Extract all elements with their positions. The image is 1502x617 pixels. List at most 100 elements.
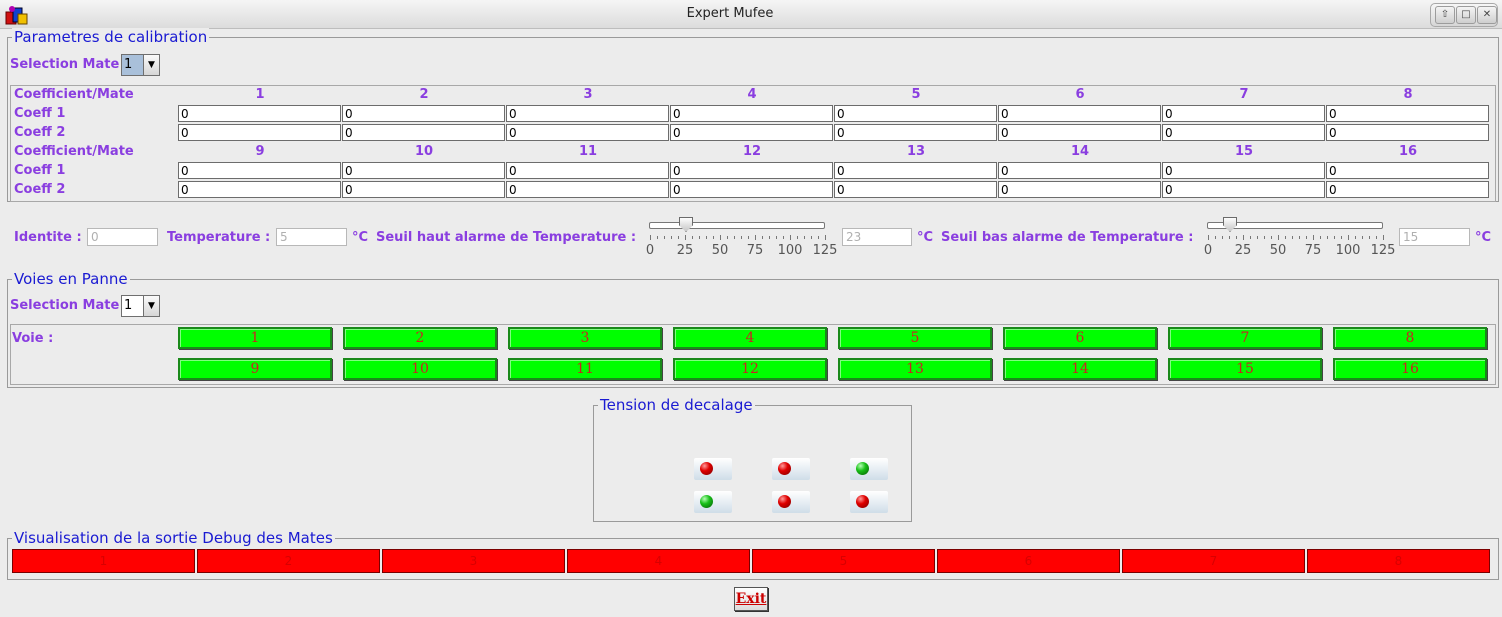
tension-legend: Tension de decalage [598,396,755,414]
voie-button[interactable]: 3 [508,327,662,349]
voies-mate-select[interactable]: 1 ▼ [121,295,160,317]
coeff-column-header: 3 [583,87,593,102]
voie-button[interactable]: 10 [343,358,497,380]
coeff2-input[interactable]: 0 [670,181,833,198]
coeff1-input[interactable]: 0 [506,162,669,179]
coeff-column-header: 5 [911,87,921,102]
seuil-haut-unit: °C [917,230,934,245]
voie-button[interactable]: 15 [1168,358,1322,380]
chevron-down-icon[interactable]: ▼ [143,55,159,75]
coeff1-input[interactable]: 0 [1326,105,1489,122]
minor-tick [657,236,658,239]
seuil-bas-unit: °C [1475,230,1492,245]
minor-tick [1341,236,1342,239]
coeff1-input[interactable]: 0 [670,162,833,179]
voie-button[interactable]: 16 [1333,358,1487,380]
coeff1-input[interactable]: 0 [506,105,669,122]
coeff1-input[interactable]: 0 [998,162,1161,179]
calibration-mate-select[interactable]: 1 ▼ [121,54,160,76]
coeff2-input[interactable]: 0 [342,124,505,141]
slider-track[interactable] [649,222,825,229]
seuil-haut-slider[interactable]: 0 25 50 75 100 125 [645,216,837,260]
coeff2-input[interactable]: 0 [1162,181,1325,198]
coeff2-input[interactable]: 0 [1326,124,1489,141]
minor-tick [1250,236,1251,239]
coeff1-input[interactable]: 0 [670,105,833,122]
coeff2-input[interactable]: 0 [342,181,505,198]
led-button[interactable] [694,491,732,513]
coeff2-input[interactable]: 0 [178,124,341,141]
debug-cell: 2 [197,549,380,573]
minimize-icon[interactable]: ⇧ [1435,6,1455,24]
coeff-column-header: 11 [578,144,598,159]
minor-tick [1264,236,1265,239]
seuil-bas-slider[interactable]: 0 25 50 75 100 125 [1203,216,1395,260]
debug-cell: 8 [1307,549,1490,573]
debug-cell: 3 [382,549,565,573]
led-button[interactable] [772,458,810,480]
major-tick [650,235,651,240]
calibration-mate-value: 1 [122,55,143,75]
seuil-haut-label: Seuil haut alarme de Temperature : [376,230,637,245]
coeff2-input[interactable]: 0 [998,124,1161,141]
slider-knob[interactable] [1223,217,1237,232]
chevron-down-icon[interactable]: ▼ [143,296,159,316]
debug-cell: 1 [12,549,195,573]
coeff1-input[interactable]: 0 [342,162,505,179]
minor-tick [741,236,742,239]
seuil-haut-field[interactable]: 23 [842,228,912,246]
coeff2-input[interactable]: 0 [998,181,1161,198]
coeff1-input[interactable]: 0 [178,105,341,122]
coeff1-input[interactable]: 0 [1326,162,1489,179]
debug-cell: 5 [752,549,935,573]
coeff2-input[interactable]: 0 [670,124,833,141]
temperature-field[interactable]: 5 [276,228,347,246]
led-button[interactable] [694,458,732,480]
coeff2-input[interactable]: 0 [178,181,341,198]
coeff1-input[interactable]: 0 [834,162,997,179]
coeff1-input[interactable]: 0 [178,162,341,179]
seuil-bas-field[interactable]: 15 [1399,228,1470,246]
voie-button[interactable]: 4 [673,327,827,349]
led-button[interactable] [772,491,810,513]
coeff1-input[interactable]: 0 [342,105,505,122]
coeff2-input[interactable]: 0 [506,124,669,141]
voie-button[interactable]: 2 [343,327,497,349]
coeff1-input[interactable]: 0 [1162,162,1325,179]
voie-button[interactable]: 9 [178,358,332,380]
voie-button[interactable]: 14 [1003,358,1157,380]
coeff-column-header: 2 [419,87,429,102]
voie-button[interactable]: 13 [838,358,992,380]
voie-button[interactable]: 1 [178,327,332,349]
minor-tick [1362,236,1363,239]
coeff2-input[interactable]: 0 [1162,124,1325,141]
coeff1-input[interactable]: 0 [998,105,1161,122]
close-icon[interactable]: ✕ [1477,6,1497,24]
minor-tick [1236,236,1237,239]
coeff2-input[interactable]: 0 [1326,181,1489,198]
slider-tick-label: 25 [676,243,694,258]
voie-button[interactable]: 5 [838,327,992,349]
red-led-icon [856,495,869,508]
voie-button[interactable]: 12 [673,358,827,380]
voie-button[interactable]: 11 [508,358,662,380]
coeff2-input[interactable]: 0 [834,181,997,198]
exit-button[interactable]: Exit [734,587,768,611]
voie-button[interactable]: 6 [1003,327,1157,349]
led-button[interactable] [850,458,888,480]
slider-knob[interactable] [679,217,693,232]
voie-button[interactable]: 8 [1333,327,1487,349]
major-tick [1208,235,1209,240]
minor-tick [671,236,672,239]
minor-tick [1215,236,1216,239]
minor-tick [678,236,679,239]
coeff1-input[interactable]: 0 [834,105,997,122]
coeff2-input[interactable]: 0 [834,124,997,141]
maximize-icon[interactable]: □ [1456,6,1476,24]
coeff2-input[interactable]: 0 [506,181,669,198]
voie-button[interactable]: 7 [1168,327,1322,349]
major-tick [825,235,826,240]
led-button[interactable] [850,491,888,513]
coeff1-input[interactable]: 0 [1162,105,1325,122]
identite-field[interactable]: 0 [87,228,158,246]
